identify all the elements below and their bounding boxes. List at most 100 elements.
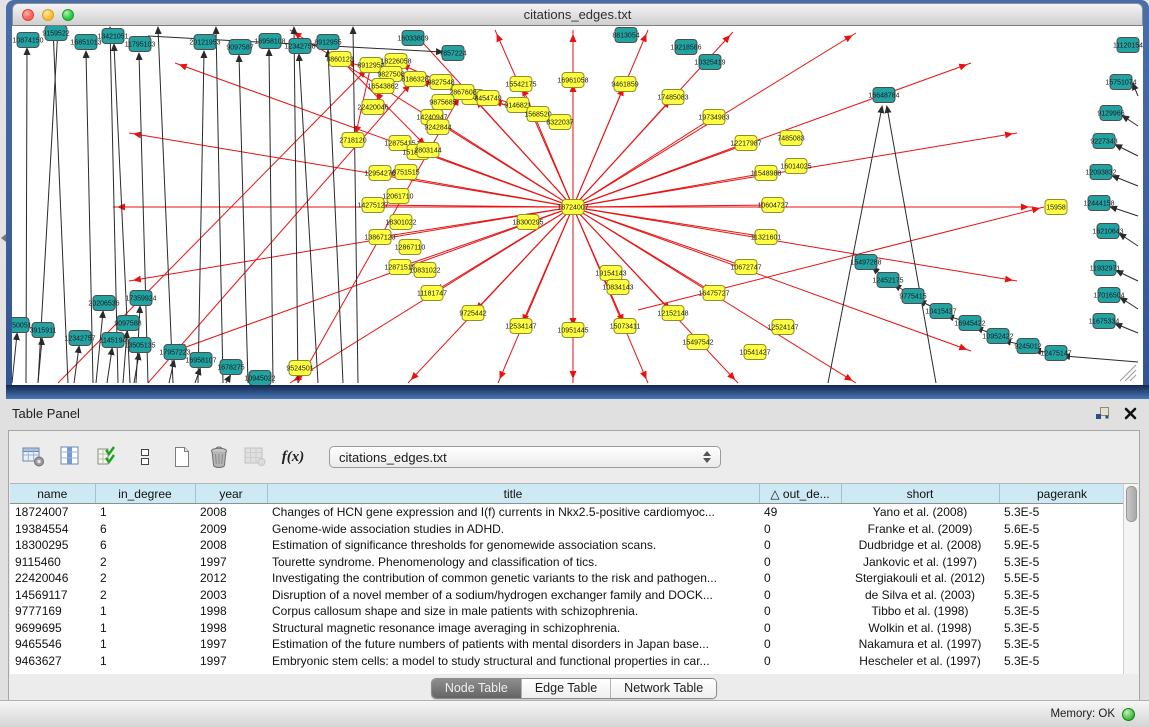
graph-node[interactable]: 8860123 xyxy=(326,52,353,67)
graph-node[interactable]: 10945022 xyxy=(244,371,275,386)
black-edge[interactable] xyxy=(107,349,112,383)
graph-node[interactable]: 20206536 xyxy=(88,296,119,311)
graph-node[interactable]: 8454749 xyxy=(474,91,501,106)
graph-node[interactable]: 9097588 xyxy=(114,316,141,331)
graph-node[interactable]: 8813054 xyxy=(612,28,639,43)
black-edge[interactable] xyxy=(1113,176,1138,186)
black-edge[interactable] xyxy=(828,107,882,383)
graph-node[interactable]: 9461859 xyxy=(611,77,638,92)
graph-node[interactable]: 15751074 xyxy=(1105,75,1136,90)
graph-node[interactable]: 10952422 xyxy=(982,329,1013,344)
table-row[interactable]: 977716911998Corpus callosum shape and si… xyxy=(10,603,1125,620)
graph-node[interactable]: 7857224 xyxy=(439,46,466,61)
table-row[interactable]: 1830029562008Estimation of significance … xyxy=(10,537,1125,554)
graph-node[interactable]: 17359924 xyxy=(125,291,156,306)
new-document-button[interactable] xyxy=(169,444,195,470)
red-edge[interactable] xyxy=(129,207,573,281)
tab-network-table[interactable]: Network Table xyxy=(610,679,716,698)
toggle-columns-button[interactable] xyxy=(58,444,84,470)
graph-node[interactable]: 9524501 xyxy=(286,361,313,376)
graph-node[interactable]: 10834143 xyxy=(602,280,633,295)
black-edge[interactable] xyxy=(1111,207,1138,216)
graph-node[interactable]: 1145194 xyxy=(100,333,127,348)
graph-node[interactable]: 12524147 xyxy=(767,320,798,335)
table-header-row[interactable]: namein_degreeyeartitle△ out_de...shortpa… xyxy=(10,484,1125,504)
graph-node[interactable]: 16945422 xyxy=(954,316,985,331)
black-edge[interactable] xyxy=(1117,271,1138,281)
graph-node[interactable]: 12093832 xyxy=(1085,165,1116,180)
graph-node[interactable]: 16210643 xyxy=(1092,224,1123,239)
black-edge[interactable] xyxy=(1121,298,1138,309)
graph-node[interactable]: 17485083 xyxy=(657,90,688,105)
graph-node[interactable]: 1678275 xyxy=(217,360,244,375)
graph-node[interactable]: 9227343 xyxy=(1090,134,1117,149)
graph-node[interactable]: 15497542 xyxy=(682,335,713,350)
black-edge[interactable] xyxy=(1116,145,1138,156)
graph-node[interactable]: 16543862 xyxy=(367,79,398,94)
graph-node[interactable]: 9097587 xyxy=(226,40,253,55)
network-canvas[interactable]: 1872400710604727115489881221798719734983… xyxy=(12,26,1143,385)
graph-node[interactable]: 8751515 xyxy=(392,165,419,180)
graph-node[interactable]: 16475727 xyxy=(698,286,729,301)
graph-node[interactable]: 19734983 xyxy=(698,110,729,125)
graph-node[interactable]: 19218586 xyxy=(670,40,701,55)
graph-node[interactable]: 22420046 xyxy=(357,100,388,115)
table-row[interactable]: 1938455462009Genome-wide association stu… xyxy=(10,521,1125,538)
float-panel-icon[interactable] xyxy=(1095,406,1110,420)
network-file-select[interactable]: citations_edges.txt xyxy=(329,446,721,468)
graph-node[interactable]: 10415427 xyxy=(925,304,956,319)
table-row[interactable]: 969969511998Structural magnetic resonanc… xyxy=(10,620,1125,637)
graph-node[interactable]: 15497288 xyxy=(850,255,881,270)
graph-node[interactable]: 18724007 xyxy=(557,200,588,215)
graph-node[interactable]: 16033809 xyxy=(397,31,428,46)
black-edge[interactable] xyxy=(1064,356,1138,362)
graph-node[interactable]: 15542175 xyxy=(505,77,536,92)
graph-node[interactable]: 18300295 xyxy=(512,215,543,230)
graph-node[interactable]: 13505135 xyxy=(124,338,155,353)
delete-table-button[interactable] xyxy=(206,444,232,470)
graph-node[interactable]: 10874150 xyxy=(12,33,43,48)
table-scrollbar[interactable] xyxy=(1123,484,1138,674)
graph-node[interactable]: 10604727 xyxy=(757,198,788,213)
black-edge[interactable] xyxy=(1120,234,1138,246)
graph-node[interactable]: 18301022 xyxy=(385,215,416,230)
graph-node[interactable]: 8186328 xyxy=(401,72,428,87)
black-edge[interactable] xyxy=(96,312,103,383)
graph-node[interactable]: 13867123 xyxy=(364,230,395,245)
column-header[interactable]: title xyxy=(267,484,759,504)
black-edge[interactable] xyxy=(110,28,118,383)
graph-node[interactable]: 9725442 xyxy=(459,306,486,321)
table-row[interactable]: 911546021997Tourette syndrome. Phenomeno… xyxy=(10,554,1125,571)
graph-node[interactable]: 11932971 xyxy=(1090,261,1121,276)
graph-node[interactable]: 12452175 xyxy=(872,273,903,288)
graph-node[interactable]: 19154143 xyxy=(595,266,626,281)
graph-node[interactable]: 10672747 xyxy=(730,260,761,275)
black-edge[interactable] xyxy=(12,334,17,383)
column-header[interactable]: year xyxy=(195,484,267,504)
black-edge[interactable] xyxy=(198,52,204,383)
black-edge[interactable] xyxy=(139,54,148,383)
graph-node[interactable]: 9827548 xyxy=(427,75,454,90)
table-row[interactable]: 1872400712008Changes of HCN gene express… xyxy=(10,504,1125,521)
black-edge[interactable] xyxy=(158,28,173,383)
graph-node[interactable]: 15073411 xyxy=(610,319,641,334)
graph-node[interactable]: 12152148 xyxy=(657,306,688,321)
network-view-window[interactable]: citations_edges.txt 18724007106047271154… xyxy=(6,0,1149,399)
graph-node[interactable]: 12217987 xyxy=(730,136,761,151)
black-edge[interactable] xyxy=(216,28,223,383)
graph-node[interactable]: 16961058 xyxy=(557,73,588,88)
graph-node[interactable]: 16958108 xyxy=(254,34,285,49)
canvas-resize-grip[interactable] xyxy=(1120,365,1136,381)
graph-node[interactable]: 20121953 xyxy=(189,35,220,50)
tab-edge-table[interactable]: Edge Table xyxy=(521,679,610,698)
column-header[interactable]: pagerank xyxy=(999,484,1125,504)
black-edge[interactable] xyxy=(294,28,298,383)
graph-node[interactable]: 12342758 xyxy=(284,39,315,54)
table-row[interactable]: 946362711997Embryonic stem cells: a mode… xyxy=(10,653,1125,670)
graph-node[interactable]: 16014025 xyxy=(780,159,811,174)
graph-node[interactable]: 10831022 xyxy=(409,263,440,278)
function-builder-button[interactable]: f(x) xyxy=(280,444,306,470)
graph-node[interactable]: 17016504 xyxy=(1093,288,1124,303)
column-header[interactable]: name xyxy=(10,484,95,504)
column-header[interactable]: short xyxy=(841,484,999,504)
